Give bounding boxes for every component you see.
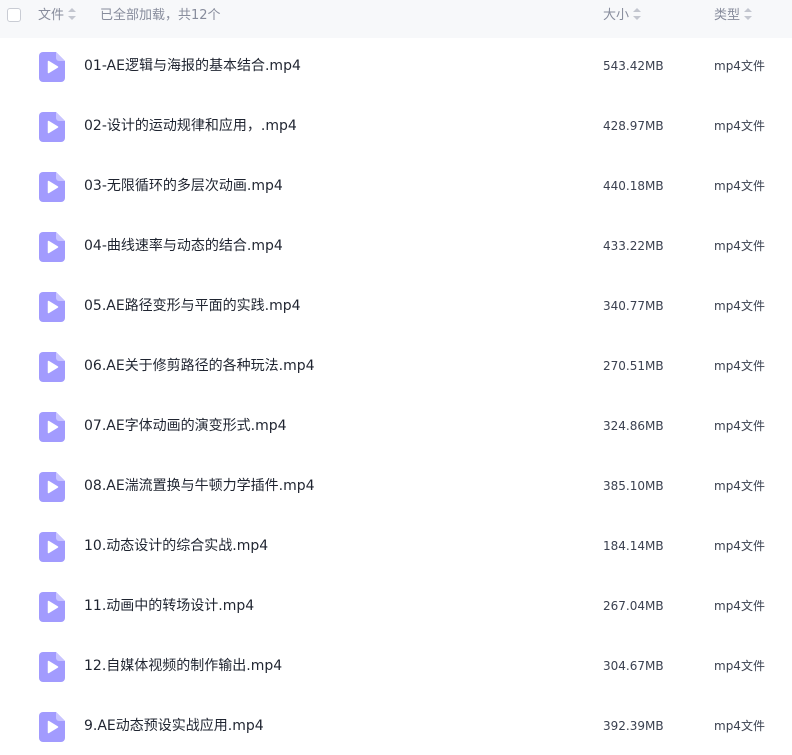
name-column-label: 文件 [38,8,65,23]
file-type: mp4文件 [714,59,765,73]
file-list-page: 文件 已全部加载，共12个 大小 类型 01-AE逻辑与海报的基本结合.mp4 5… [0,0,792,755]
size-column-header[interactable]: 大小 [603,7,642,25]
name-column-header[interactable]: 文件 [38,7,77,25]
sort-icon [633,8,642,20]
file-name[interactable]: 02-设计的运动规律和应用，.mp4 [84,116,297,136]
video-file-icon [39,232,65,262]
file-type: mp4文件 [714,179,765,193]
file-size: 324.86MB [603,419,664,433]
file-row[interactable]: 10.动态设计的综合实战.mp4 184.14MB mp4文件 [0,522,792,582]
file-name[interactable]: 03-无限循环的多层次动画.mp4 [84,176,283,196]
file-row[interactable]: 03-无限循环的多层次动画.mp4 440.18MB mp4文件 [0,162,792,222]
file-type: mp4文件 [714,299,765,313]
file-name[interactable]: 06.AE关于修剪路径的各种玩法.mp4 [84,356,315,376]
video-file-icon [39,292,65,322]
file-size: 304.67MB [603,659,664,673]
file-name[interactable]: 9.AE动态预设实战应用.mp4 [84,716,264,736]
list-header: 文件 已全部加载，共12个 大小 类型 [0,0,792,38]
file-size: 428.97MB [603,119,664,133]
video-file-icon [39,712,65,742]
file-size: 392.39MB [603,719,664,733]
file-type: mp4文件 [714,119,765,133]
sort-icon [744,8,753,20]
video-file-icon [39,172,65,202]
video-file-icon [39,52,65,82]
file-row[interactable]: 08.AE湍流置换与牛顿力学插件.mp4 385.10MB mp4文件 [0,462,792,522]
video-file-icon [39,352,65,382]
file-name[interactable]: 05.AE路径变形与平面的实践.mp4 [84,296,301,316]
video-file-icon [39,472,65,502]
file-size: 440.18MB [603,179,664,193]
video-file-icon [39,412,65,442]
file-type: mp4文件 [714,719,765,733]
file-name[interactable]: 11.动画中的转场设计.mp4 [84,596,254,616]
file-size: 543.42MB [603,59,664,73]
size-column-label: 大小 [603,8,630,23]
video-file-icon [39,592,65,622]
file-name[interactable]: 08.AE湍流置换与牛顿力学插件.mp4 [84,476,315,496]
video-file-icon [39,532,65,562]
file-name[interactable]: 10.动态设计的综合实战.mp4 [84,536,268,556]
file-type: mp4文件 [714,239,765,253]
file-name[interactable]: 04-曲线速率与动态的结合.mp4 [84,236,283,256]
file-row[interactable]: 06.AE关于修剪路径的各种玩法.mp4 270.51MB mp4文件 [0,342,792,402]
file-row[interactable]: 01-AE逻辑与海报的基本结合.mp4 543.42MB mp4文件 [0,42,792,102]
file-size: 184.14MB [603,539,664,553]
file-row[interactable]: 07.AE字体动画的演变形式.mp4 324.86MB mp4文件 [0,402,792,462]
video-file-icon [39,652,65,682]
select-all-checkbox[interactable] [7,8,21,22]
file-type: mp4文件 [714,359,765,373]
file-row[interactable]: 9.AE动态预设实战应用.mp4 392.39MB mp4文件 [0,702,792,755]
file-row[interactable]: 11.动画中的转场设计.mp4 267.04MB mp4文件 [0,582,792,642]
file-type: mp4文件 [714,539,765,553]
file-row[interactable]: 02-设计的运动规律和应用，.mp4 428.97MB mp4文件 [0,102,792,162]
video-file-icon [39,112,65,142]
file-type: mp4文件 [714,659,765,673]
file-size: 433.22MB [603,239,664,253]
file-row[interactable]: 05.AE路径变形与平面的实践.mp4 340.77MB mp4文件 [0,282,792,342]
file-name[interactable]: 07.AE字体动画的演变形式.mp4 [84,416,287,436]
file-size: 270.51MB [603,359,664,373]
file-row[interactable]: 04-曲线速率与动态的结合.mp4 433.22MB mp4文件 [0,222,792,282]
sort-icon [68,8,77,20]
file-size: 385.10MB [603,479,664,493]
file-name[interactable]: 01-AE逻辑与海报的基本结合.mp4 [84,56,301,76]
file-row[interactable]: 12.自媒体视频的制作输出.mp4 304.67MB mp4文件 [0,642,792,702]
file-type: mp4文件 [714,479,765,493]
load-status-text: 已全部加载，共12个 [100,8,221,23]
file-type: mp4文件 [714,599,765,613]
type-column-label: 类型 [714,8,741,23]
file-size: 340.77MB [603,299,664,313]
file-type: mp4文件 [714,419,765,433]
file-size: 267.04MB [603,599,664,613]
file-name[interactable]: 12.自媒体视频的制作输出.mp4 [84,656,282,676]
type-column-header[interactable]: 类型 [714,7,753,25]
